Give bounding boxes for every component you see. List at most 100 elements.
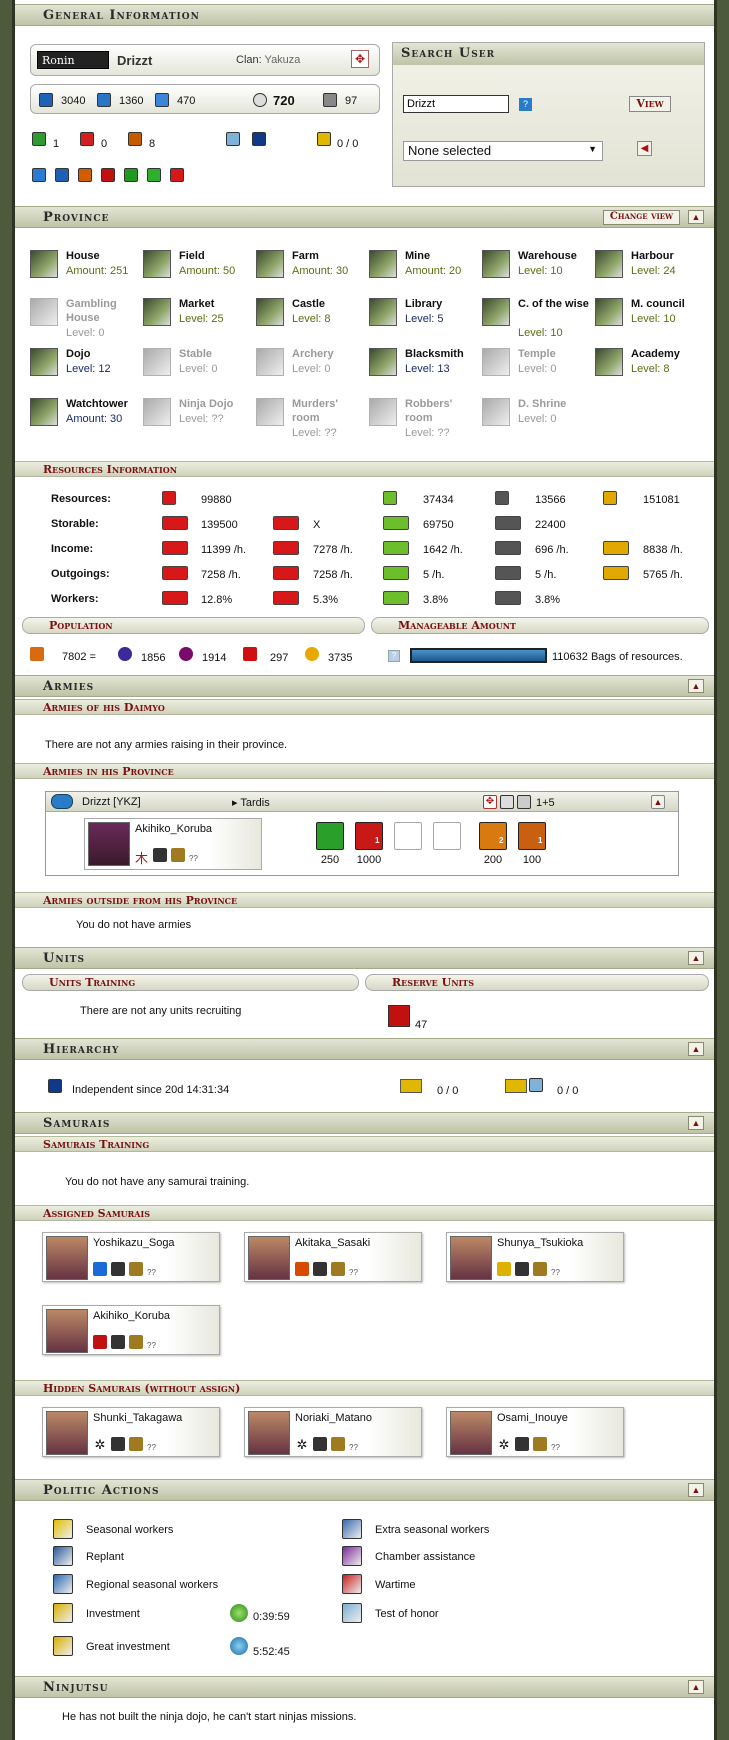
army-owner[interactable]: Drizzt [YKZ] — [82, 796, 141, 808]
samurai-card[interactable]: Akihiko_Koruba?? — [42, 1305, 220, 1355]
samurai-card[interactable]: Yoshikazu_Soga?? — [42, 1232, 220, 1282]
armies-collapse-icon[interactable]: ▲ — [688, 679, 704, 693]
building-thumbnail[interactable] — [482, 398, 510, 426]
army-destination[interactable]: ▸ Tardis — [232, 796, 270, 809]
politic-action-label[interactable]: Wartime — [375, 1579, 416, 1591]
politic-action-icon[interactable] — [53, 1519, 73, 1539]
buff-icon-1[interactable] — [32, 168, 46, 182]
building-thumbnail[interactable] — [369, 398, 397, 426]
building-thumbnail[interactable] — [482, 348, 510, 376]
samurai-card[interactable]: Shunya_Tsukioka?? — [446, 1232, 624, 1282]
building-name[interactable]: Blacksmith — [405, 347, 481, 361]
army-collapse-icon[interactable]: ▲ — [651, 795, 665, 809]
building-thumbnail[interactable] — [30, 348, 58, 376]
buff-icon-3[interactable] — [78, 168, 92, 182]
building-name[interactable]: Library — [405, 297, 481, 311]
building-name[interactable]: Castle — [292, 297, 368, 311]
building-name[interactable]: Academy — [631, 347, 707, 361]
buff-icon-2[interactable] — [55, 168, 69, 182]
buff-icon-5[interactable] — [124, 168, 138, 182]
building-thumbnail[interactable] — [482, 298, 510, 326]
building-name[interactable]: Watchtower — [66, 397, 142, 411]
building-thumbnail[interactable] — [256, 250, 284, 278]
building-name[interactable]: Market — [179, 297, 255, 311]
politics-collapse-icon[interactable]: ▲ — [688, 1483, 704, 1497]
army-general-card[interactable]: Akihiko_Koruba 木 ?? — [84, 818, 262, 870]
user-select[interactable]: None selected ▼ — [403, 141, 603, 161]
samurai-card[interactable]: Noriaki_Matano ✲?? — [244, 1407, 422, 1457]
politic-action-label[interactable]: Regional seasonal workers — [86, 1579, 218, 1591]
buff-icon-4[interactable] — [101, 168, 115, 182]
buff-icon-6[interactable] — [147, 168, 161, 182]
politic-action-icon[interactable] — [53, 1546, 73, 1566]
building-name[interactable]: M. council — [631, 297, 707, 311]
building-thumbnail[interactable] — [595, 298, 623, 326]
army-emblem-icon[interactable]: ✥ — [483, 795, 497, 809]
building-thumbnail[interactable] — [143, 398, 171, 426]
collapse-icon[interactable]: ▲ — [688, 210, 704, 224]
troop-icon[interactable] — [394, 822, 422, 850]
politic-action-label[interactable]: Chamber assistance — [375, 1551, 475, 1563]
building-name[interactable]: Murders' room — [292, 397, 368, 425]
samurais-collapse-icon[interactable]: ▲ — [688, 1116, 704, 1130]
reserve-unit-icon[interactable] — [388, 1005, 410, 1027]
building-name[interactable]: Temple — [518, 347, 594, 361]
politic-action-label[interactable]: Extra seasonal workers — [375, 1524, 489, 1536]
hierarchy-collapse-icon[interactable]: ▲ — [688, 1042, 704, 1056]
clan-name[interactable]: Yakuza — [265, 54, 301, 66]
samurai-card[interactable]: Osami_Inouye ✲?? — [446, 1407, 624, 1457]
clan-emblem-icon[interactable]: ✥ — [351, 50, 369, 68]
politic-action-icon[interactable] — [53, 1603, 73, 1623]
building-thumbnail[interactable] — [256, 348, 284, 376]
building-name[interactable]: Mine — [405, 249, 481, 263]
army-stats-icon[interactable] — [517, 795, 531, 809]
building-thumbnail[interactable] — [369, 250, 397, 278]
politic-action-label[interactable]: Investment — [86, 1608, 140, 1620]
politic-action-label[interactable]: Seasonal workers — [86, 1524, 173, 1536]
politic-action-icon[interactable] — [342, 1574, 362, 1594]
politic-action-label[interactable]: Great investment — [86, 1641, 170, 1653]
troop-icon[interactable] — [316, 822, 344, 850]
politic-action-icon[interactable] — [342, 1603, 362, 1623]
building-thumbnail[interactable] — [369, 298, 397, 326]
view-button[interactable]: View — [629, 96, 671, 112]
politic-action-icon[interactable] — [342, 1546, 362, 1566]
building-thumbnail[interactable] — [143, 298, 171, 326]
building-name[interactable]: Gambling House — [66, 297, 142, 325]
buff-icon-7[interactable] — [170, 168, 184, 182]
ninjutsu-collapse-icon[interactable]: ▲ — [688, 1680, 704, 1694]
army-move-icon[interactable] — [500, 795, 514, 809]
building-name[interactable]: Farm — [292, 249, 368, 263]
samurai-card[interactable]: Shunki_Takagawa ✲?? — [42, 1407, 220, 1457]
building-thumbnail[interactable] — [482, 250, 510, 278]
search-input[interactable] — [403, 95, 509, 113]
building-thumbnail[interactable] — [30, 398, 58, 426]
building-name[interactable]: D. Shrine — [518, 397, 594, 411]
building-name[interactable]: Archery — [292, 347, 368, 361]
politic-action-label[interactable]: Replant — [86, 1551, 124, 1563]
building-name[interactable]: House — [66, 249, 142, 263]
building-name[interactable]: Ninja Dojo — [179, 397, 255, 411]
building-name[interactable]: Harbour — [631, 249, 707, 263]
building-name[interactable]: Field — [179, 249, 255, 263]
help-icon[interactable]: ? — [519, 98, 532, 111]
politic-action-icon[interactable] — [53, 1574, 73, 1594]
politic-action-label[interactable]: Test of honor — [375, 1608, 439, 1620]
building-name[interactable]: C. of the wise — [518, 297, 594, 311]
change-view-button[interactable]: Change view — [602, 210, 680, 225]
samurai-card[interactable]: Akitaka_Sasaki?? — [244, 1232, 422, 1282]
building-name[interactable]: Robbers' room — [405, 397, 481, 425]
building-thumbnail[interactable] — [369, 348, 397, 376]
building-thumbnail[interactable] — [595, 250, 623, 278]
building-thumbnail[interactable] — [595, 348, 623, 376]
building-thumbnail[interactable] — [30, 298, 58, 326]
politic-action-icon[interactable] — [53, 1636, 73, 1656]
troop-icon[interactable] — [433, 822, 461, 850]
back-arrow-icon[interactable]: ◀ — [637, 141, 652, 156]
building-thumbnail[interactable] — [143, 348, 171, 376]
building-name[interactable]: Dojo — [66, 347, 142, 361]
politic-action-icon[interactable] — [342, 1519, 362, 1539]
building-name[interactable]: Stable — [179, 347, 255, 361]
building-thumbnail[interactable] — [143, 250, 171, 278]
manageable-help-icon[interactable]: ? — [388, 650, 400, 662]
